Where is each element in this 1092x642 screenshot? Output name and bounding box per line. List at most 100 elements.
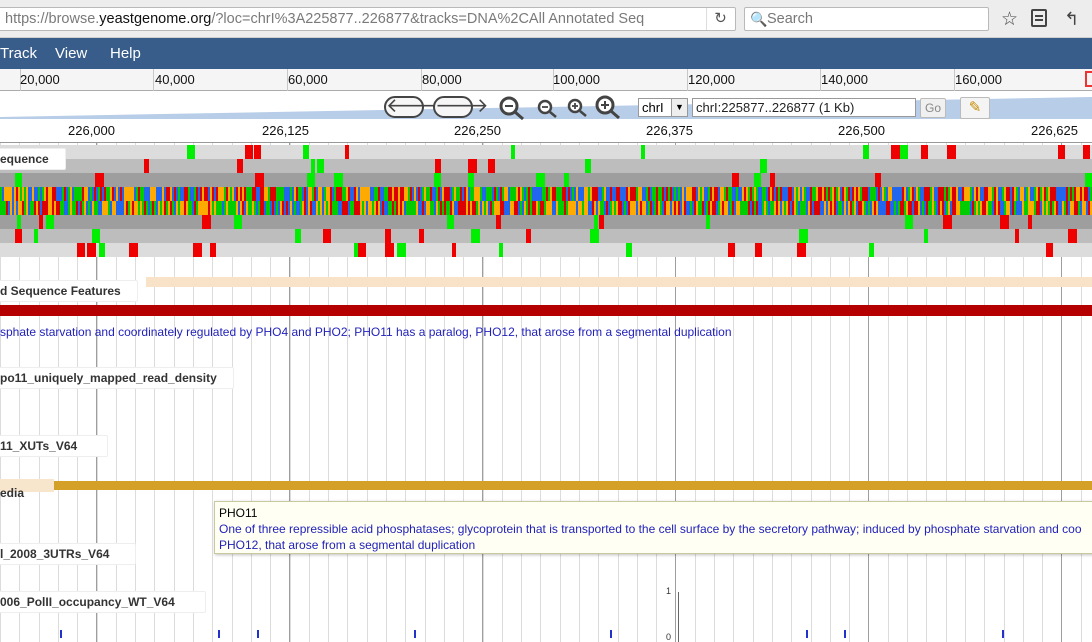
signal-blip (218, 630, 220, 638)
stop-codon-mark (345, 145, 349, 159)
track-label-media[interactable]: edia (0, 483, 40, 503)
tooltip-title: PHO11 (219, 506, 258, 520)
track-area[interactable]: equence d Sequence Features sphate starv… (0, 143, 1092, 642)
menu-help[interactable]: Help (110, 45, 141, 62)
go-button[interactable]: Go (920, 98, 946, 118)
start-codon-mark (303, 145, 309, 159)
zoom-out-small-icon[interactable] (537, 99, 559, 119)
overview-label: 20,000 (20, 72, 60, 87)
stop-codon-mark (875, 173, 881, 187)
browser-search-input[interactable]: 🔍 Search (744, 7, 989, 31)
scale-label: 226,500 (838, 123, 885, 138)
start-codon-mark (187, 145, 195, 159)
start-codon-mark (564, 173, 569, 187)
stop-codon-mark (1083, 145, 1090, 159)
browser-toolbar: https://browse.yeastgenome.org/?loc=chrI… (0, 0, 1092, 38)
stop-codon-mark (921, 145, 928, 159)
zoom-in-small-icon[interactable] (567, 98, 589, 118)
stop-codon-mark (1028, 215, 1032, 229)
track-label-reference-sequence[interactable]: equence (0, 148, 66, 170)
stop-codon-mark (1046, 243, 1053, 257)
highlight-pencil-icon[interactable]: ✎ (960, 97, 990, 119)
translation-frame-row (0, 229, 1092, 243)
stop-codon-mark (731, 243, 735, 257)
track-label-spo11-density[interactable]: po11_uniquely_mapped_read_density (0, 367, 234, 389)
start-codon-mark (900, 145, 908, 159)
start-codon-mark (536, 173, 545, 187)
stop-codon-mark (797, 243, 806, 257)
overview-location-marker (1085, 71, 1092, 87)
stop-codon-mark (755, 243, 762, 257)
pho11-description: sphate starvation and coordinately regul… (0, 325, 732, 339)
zoom-out-large-icon[interactable] (498, 95, 526, 121)
app-menubar: Track View Help (0, 38, 1092, 69)
translation-frame-row (0, 159, 1092, 173)
pan-left-button[interactable]: 🡐 (384, 96, 440, 118)
pho11-gene-feature[interactable] (0, 305, 1092, 316)
start-codon-mark (760, 159, 767, 173)
stop-codon-mark (496, 215, 501, 229)
stop-codon-mark (732, 173, 739, 187)
track-label-polII-occupancy[interactable]: 006_PolII_occupancy_WT_V64 (0, 591, 206, 613)
start-codon-mark (924, 229, 928, 243)
stop-codon-mark (87, 243, 96, 257)
start-codon-mark (295, 229, 301, 243)
url-host: yeastgenome.org (99, 11, 212, 27)
reader-view-icon[interactable] (1031, 9, 1047, 27)
stop-codon-mark (95, 173, 104, 187)
url-bar[interactable]: https://browse.yeastgenome.org/?loc=chrI… (0, 7, 736, 31)
overview-label: 40,000 (155, 72, 195, 87)
stop-codon-mark (385, 243, 394, 257)
stop-codon-mark (202, 215, 208, 229)
overview-label: 60,000 (288, 72, 328, 87)
start-codon-mark (307, 173, 315, 187)
signal-blip (844, 630, 846, 638)
start-codon-mark (447, 215, 454, 229)
start-codon-mark (46, 215, 54, 229)
location-input[interactable]: chrI:225877..226877 (1 Kb) (692, 98, 916, 117)
menu-view[interactable]: View (55, 45, 87, 62)
stop-codon-mark (1058, 145, 1065, 159)
detail-scale[interactable]: 226,000 226,125 226,250 226,375 226,500 … (0, 121, 1092, 143)
media-feature-band[interactable] (54, 481, 1092, 490)
stop-codon-mark (419, 229, 424, 243)
stop-codon-mark (488, 159, 495, 173)
start-codon-mark (499, 243, 503, 257)
stop-codon-mark (77, 243, 85, 257)
stop-codon-mark (193, 243, 202, 257)
start-codon-mark (34, 229, 38, 243)
signal-blip (806, 630, 808, 638)
menu-track[interactable]: Track (0, 45, 37, 62)
overview-label: 160,000 (955, 72, 1002, 87)
tooltip-line-1: One of three repressible acid phosphatas… (219, 522, 1082, 536)
navigation-bar: 🡐 🡒 chrI ▼ chrI:225877..226877 (1 Kb) Go … (0, 91, 1092, 121)
signal-blip (610, 630, 612, 638)
start-codon-mark (468, 173, 474, 187)
start-codon-mark (585, 159, 591, 173)
track-label-annotated-features[interactable]: d Sequence Features (0, 280, 138, 302)
bookmark-star-icon[interactable]: ☆ (1001, 8, 1018, 31)
chromosome-select[interactable]: chrI ▼ (638, 98, 688, 117)
start-codon-mark (334, 173, 343, 187)
overview-label: 80,000 (422, 72, 462, 87)
start-codon-mark (15, 173, 22, 187)
stop-codon-mark (435, 159, 441, 173)
start-codon-mark (397, 243, 406, 257)
chevron-down-icon: ▼ (671, 99, 687, 116)
track-label-xuts[interactable]: 11_XUTs_V64 (0, 435, 109, 457)
overview-label: 100,000 (553, 72, 600, 87)
reload-icon[interactable]: ↻ (706, 8, 734, 30)
stop-codon-mark (254, 145, 261, 159)
overview-scale[interactable]: 20,000 40,000 60,000 80,000 100,000 120,… (0, 69, 1092, 91)
stop-codon-mark (468, 159, 477, 173)
zoom-in-large-icon[interactable] (594, 94, 622, 120)
start-codon-mark (594, 215, 598, 229)
pan-right-button[interactable]: 🡒 (433, 96, 489, 118)
history-icon[interactable]: ↰ (1064, 9, 1079, 30)
scale-label: 226,375 (646, 123, 693, 138)
stop-codon-mark (1068, 229, 1077, 243)
stop-codon-mark (526, 229, 531, 243)
stop-codon-mark (144, 159, 149, 173)
track-label-3utrs[interactable]: l_2008_3UTRs_V64 (0, 543, 137, 565)
stop-codon-mark (1015, 229, 1019, 243)
